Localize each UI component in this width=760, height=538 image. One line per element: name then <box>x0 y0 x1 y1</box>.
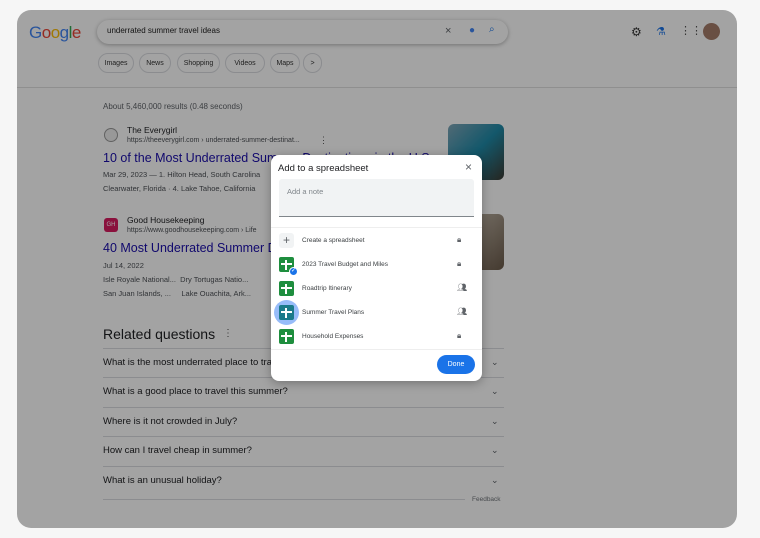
lock-icon: 🔒︎ <box>457 235 462 244</box>
note-input[interactable]: Add a note <box>279 179 474 217</box>
close-icon[interactable]: × <box>465 160 472 174</box>
create-spreadsheet-row[interactable]: + Create a spreadsheet 🔒︎ <box>271 229 482 253</box>
spreadsheet-item[interactable]: Roadtrip Itinerary 👥︎ <box>271 277 482 301</box>
browser-page: Google underrated summer travel ideas × … <box>17 10 737 528</box>
plus-icon: + <box>279 233 294 248</box>
shared-people-icon: 👥︎ <box>457 283 468 292</box>
sheets-icon <box>279 305 294 320</box>
spreadsheet-item[interactable]: ✓ 2023 Travel Budget and Miles 🔒︎ <box>271 253 482 277</box>
note-placeholder: Add a note <box>287 187 324 196</box>
create-spreadsheet-label: Create a spreadsheet <box>302 237 365 244</box>
check-icon: ✓ <box>289 267 298 276</box>
add-to-spreadsheet-dialog: Add to a spreadsheet × Add a note + Crea… <box>271 155 482 381</box>
spreadsheet-name: Summer Travel Plans <box>302 309 365 316</box>
spreadsheet-name: 2023 Travel Budget and Miles <box>302 261 388 268</box>
lock-icon: 🔒︎ <box>457 331 462 340</box>
sheets-icon <box>279 281 294 296</box>
shared-people-icon: 👥︎ <box>457 307 468 316</box>
divider <box>271 349 482 350</box>
dialog-title: Add to a spreadsheet <box>278 163 369 174</box>
spreadsheet-item[interactable]: Household Expenses 🔒︎ <box>271 325 482 349</box>
lock-icon: 🔒︎ <box>457 259 462 268</box>
spreadsheet-name: Household Expenses <box>302 333 364 340</box>
done-button[interactable]: Done <box>437 355 475 374</box>
spreadsheet-name: Roadtrip Itinerary <box>302 285 352 292</box>
divider <box>271 227 482 228</box>
sheets-icon <box>279 329 294 344</box>
spreadsheet-item[interactable]: Summer Travel Plans 👥︎ <box>271 300 482 325</box>
